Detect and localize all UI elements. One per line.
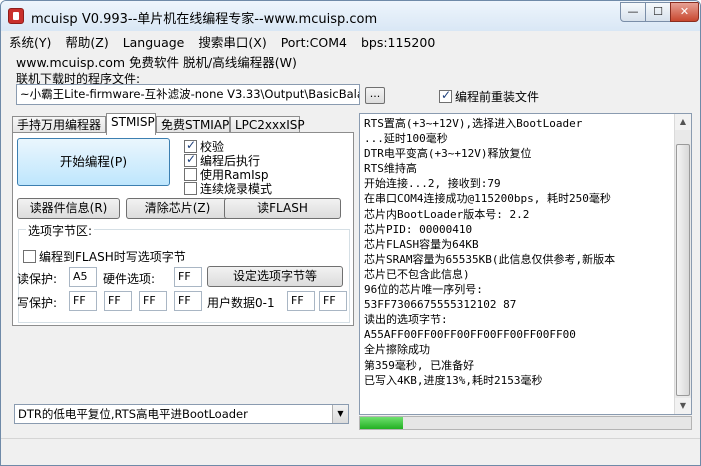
scroll-thumb[interactable] <box>676 144 690 396</box>
menu-language[interactable]: Language <box>123 35 185 50</box>
flash-option-checkbox[interactable]: 编程到FLASH时写选项字节 <box>23 248 186 265</box>
reload-label: 编程前重装文件 <box>455 90 540 104</box>
read-flash-button[interactable]: 读FLASH <box>224 198 341 219</box>
continuous-label: 连续烧录模式 <box>200 182 273 196</box>
log-line: RTS置高(+3~+12V),选择进入BootLoader <box>364 117 583 130</box>
hw-option-label: 硬件选项: <box>103 272 156 286</box>
menu-help[interactable]: 帮助(Z) <box>65 32 108 51</box>
read-protect-label: 读保护: <box>17 272 58 286</box>
log-line: 芯片PID: 00000410 <box>364 222 473 236</box>
write-protect-input-1[interactable]: FF <box>104 291 132 311</box>
chevron-down-icon[interactable]: ▼ <box>332 405 348 423</box>
log-line: DTR电平变高(+3~+12V)释放复位 <box>364 147 532 161</box>
progress-fill <box>360 417 404 429</box>
log-line: 芯片FLASH容量为64KB <box>364 237 479 251</box>
write-protect-input-0[interactable]: FF <box>69 291 97 311</box>
continuous-check-box[interactable] <box>184 182 197 195</box>
reset-mode-select[interactable]: DTR的低电平复位,RTS高电平进BootLoader ▼ <box>14 404 349 424</box>
write-protect-input-3[interactable]: FF <box>174 291 202 311</box>
progress-bar <box>359 416 692 430</box>
menu-bps[interactable]: bps:115200 <box>361 35 435 50</box>
start-program-button[interactable]: 开始编程(P) <box>17 138 170 186</box>
app-icon <box>8 8 24 24</box>
menu-search-port[interactable]: 搜索串口(X) <box>198 32 266 51</box>
close-button[interactable]: ✕ <box>670 2 699 22</box>
browse-button[interactable]: ... <box>365 87 385 104</box>
log-line: 全片擦除成功 <box>364 343 430 357</box>
log-line: RTS维持高 <box>364 162 417 176</box>
scroll-up-icon[interactable]: ▲ <box>675 114 691 130</box>
log-line: 第359毫秒, 已准备好 <box>364 358 475 372</box>
log-line: 96位的芯片唯一序列号: <box>364 283 483 297</box>
log-output[interactable]: RTS置高(+3~+12V),选择进入BootLoader ...延时100毫秒 D… <box>359 113 692 415</box>
option-bytes-title: 选项字节区: <box>26 222 95 239</box>
read-protect-input[interactable]: A5 <box>69 267 97 287</box>
log-line: 已写入4KB,进度13%,耗时2153毫秒 <box>364 373 543 387</box>
log-line: 芯片已不包含此信息) <box>364 267 470 281</box>
reload-checkbox[interactable]: 编程前重装文件 <box>439 88 539 105</box>
status-bar <box>1 438 700 465</box>
menu-system[interactable]: 系统(Y) <box>9 32 51 51</box>
option-continuous[interactable]: 连续烧录模式 <box>184 180 272 197</box>
user-data-input-1[interactable]: FF <box>319 291 347 311</box>
window-title: mcuisp V0.993--单片机在线编程专家--www.mcuisp.com <box>31 12 378 27</box>
user-data-label: 用户数据0-1 <box>207 296 275 310</box>
user-data-input-0[interactable]: FF <box>287 291 315 311</box>
offline-programmer-menu[interactable]: www.mcuisp.com 免费软件 脱机/高线编程器(W) <box>16 52 297 71</box>
log-line: A55AFF00FF00FF00FF00FF00FF00FF00 <box>364 328 576 342</box>
write-protect-label: 写保护: <box>17 296 58 310</box>
maximize-button[interactable]: ☐ <box>645 2 671 22</box>
read-info-button[interactable]: 读器件信息(R) <box>17 198 120 219</box>
app-window: mcuisp V0.993--单片机在线编程专家--www.mcuisp.com… <box>0 0 701 466</box>
reset-mode-value: DTR的低电平复位,RTS高电平进BootLoader <box>18 407 248 421</box>
log-line: 芯片SRAM容量为65535KB(此信息仅供参考,新版本 <box>364 252 616 266</box>
tab-stmisp[interactable]: STMISP <box>106 113 156 135</box>
stmisp-panel: 开始编程(P) 校验 编程后执行 使用RamIsp 连续烧录模式 读器件信息(R… <box>12 132 354 326</box>
log-line: ...延时100毫秒 <box>364 132 448 146</box>
flash-option-label: 编程到FLASH时写选项字节 <box>39 250 186 264</box>
log-line: 开始连接...2, 接收到:79 <box>364 177 501 191</box>
set-option-bytes-button[interactable]: 设定选项字节等 <box>207 266 343 287</box>
log-lines: RTS置高(+3~+12V),选择进入BootLoader ...延时100毫秒 D… <box>364 116 674 388</box>
menu-bar: 系统(Y) 帮助(Z) Language 搜索串口(X) Port:COM4 b… <box>9 32 445 50</box>
log-line: 读出的选项字节: <box>364 313 448 327</box>
title-bar: mcuisp V0.993--单片机在线编程专家--www.mcuisp.com… <box>1 1 700 31</box>
minimize-button[interactable]: — <box>620 2 646 22</box>
scroll-down-icon[interactable]: ▼ <box>675 398 691 414</box>
reload-check-box[interactable] <box>439 88 452 103</box>
erase-chip-button[interactable]: 清除芯片(Z) <box>126 198 229 219</box>
log-scrollbar[interactable]: ▲ ▼ <box>674 114 691 414</box>
file-path-input[interactable]: ~小霸王Lite-firmware-互补滤波-none V3.33\Output… <box>16 84 360 105</box>
menu-port[interactable]: Port:COM4 <box>281 35 347 50</box>
flash-option-check-box[interactable] <box>23 250 36 263</box>
log-line: 在串口COM4连接成功@115200bps, 耗时250毫秒 <box>364 192 611 206</box>
log-line: 芯片内BootLoader版本号: 2.2 <box>364 207 530 221</box>
option-bytes-group: 选项字节区: 编程到FLASH时写选项字节 读保护: A5 硬件选项: FF 设… <box>17 222 350 323</box>
write-protect-input-2[interactable]: FF <box>139 291 167 311</box>
log-line: 53FF7306675555312102 87 <box>364 298 517 312</box>
hw-option-input[interactable]: FF <box>174 267 202 287</box>
